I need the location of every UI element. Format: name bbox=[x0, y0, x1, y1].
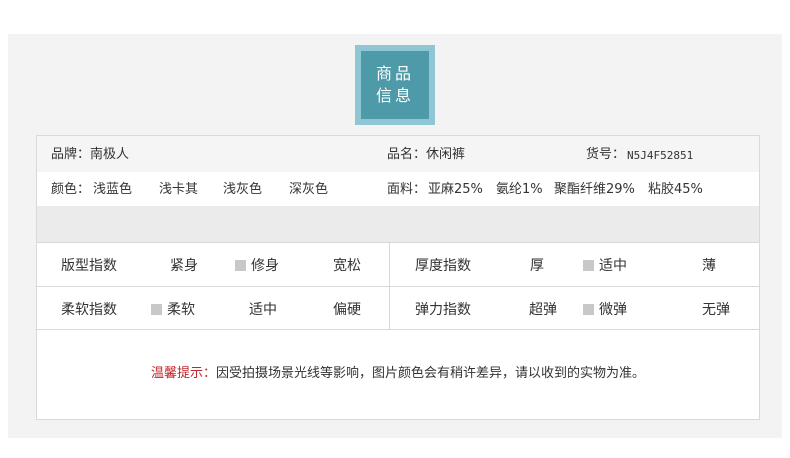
thickness-option: 厚 bbox=[530, 258, 544, 274]
fabric-item: 亚麻25% bbox=[428, 182, 483, 197]
fit-option: 宽松 bbox=[333, 258, 361, 274]
color-option: 浅卡其 bbox=[159, 182, 199, 197]
info-row-basic: 品牌：南极人 品名：休闲裤 货号： N5J4F52851 bbox=[37, 136, 759, 172]
fit-option: 紧身 bbox=[170, 258, 198, 274]
notice-label: 温馨提示： bbox=[150, 366, 216, 381]
info-row-spacer bbox=[37, 206, 759, 242]
fit-option-selected: 修身 bbox=[235, 258, 279, 274]
notice-text: 因受拍摄场景光线等影响，图片颜色会有稍许差异，请以收到的实物为准。 bbox=[216, 366, 646, 381]
section-badge-label: 商品 信息 bbox=[361, 51, 429, 119]
color-label: 颜色： bbox=[51, 182, 91, 197]
item-number-value: N5J4F52851 bbox=[627, 149, 694, 162]
softness-option: 偏硬 bbox=[333, 302, 361, 318]
elasticity-option: 无弹 bbox=[702, 302, 730, 318]
thickness-index-label: 厚度指数 bbox=[415, 258, 471, 274]
softness-index-label: 柔软指数 bbox=[61, 302, 117, 318]
selected-marker-icon bbox=[583, 260, 594, 271]
elasticity-index-label: 弹力指数 bbox=[415, 302, 471, 318]
selected-marker-icon bbox=[235, 260, 246, 271]
info-row-material: 颜色： 浅蓝色 浅卡其 浅灰色 深灰色 面料： 亚麻25% 氨纶1% 聚酯纤维2… bbox=[37, 172, 759, 206]
badge-line-2: 信息 bbox=[375, 86, 414, 105]
notice: 温馨提示：因受拍摄场景光线等影响，图片颜色会有稍许差异，请以收到的实物为准。 bbox=[37, 366, 759, 382]
fabric-label: 面料： bbox=[387, 182, 427, 197]
thickness-option: 薄 bbox=[702, 258, 716, 274]
product-name-text: 品名：休闲裤 bbox=[387, 147, 466, 162]
fabric-item: 聚酯纤维29% bbox=[554, 182, 635, 197]
fabric-item: 氨纶1% bbox=[496, 182, 543, 197]
grid-divider-vertical bbox=[389, 243, 390, 329]
color-option: 浅灰色 bbox=[223, 182, 263, 197]
selected-marker-icon bbox=[151, 304, 162, 315]
softness-option: 适中 bbox=[249, 302, 277, 318]
softness-option-selected: 柔软 bbox=[151, 302, 195, 318]
product-info-card: 品牌：南极人 品名：休闲裤 货号： N5J4F52851 颜色： 浅蓝色 浅卡其… bbox=[36, 135, 760, 420]
item-number-label: 货号： bbox=[586, 147, 626, 162]
grid-divider-horizontal bbox=[37, 286, 759, 287]
elasticity-option-selected: 微弹 bbox=[583, 302, 627, 318]
badge-line-1: 商品 bbox=[375, 64, 414, 83]
index-grid: 版型指数 紧身 修身 宽松 厚度指数 厚 适中 薄 柔软指数 柔软 适中 偏硬 … bbox=[37, 242, 759, 330]
section-badge: 商品 信息 bbox=[355, 45, 435, 125]
brand-text: 品牌：南极人 bbox=[51, 147, 130, 162]
thickness-option-selected: 适中 bbox=[583, 258, 627, 274]
fit-index-label: 版型指数 bbox=[61, 258, 117, 274]
selected-marker-icon bbox=[583, 304, 594, 315]
elasticity-option: 超弹 bbox=[529, 302, 557, 318]
fabric-item: 粘胶45% bbox=[648, 182, 703, 197]
color-option: 深灰色 bbox=[289, 182, 329, 197]
color-option: 浅蓝色 bbox=[93, 182, 133, 197]
